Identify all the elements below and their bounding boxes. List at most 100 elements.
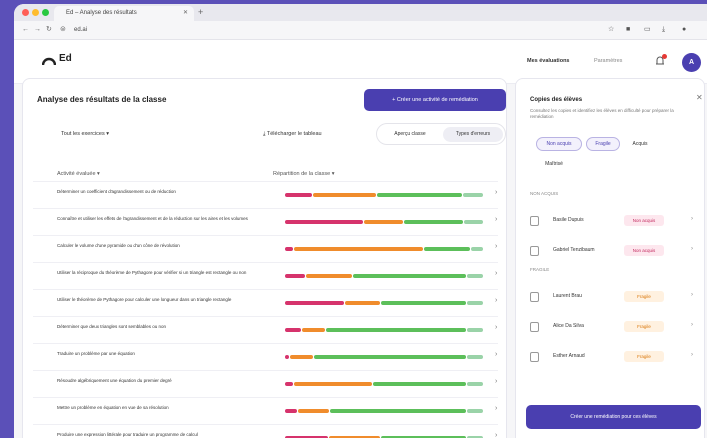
filter-chip-acquired[interactable]: Acquis <box>624 137 656 151</box>
distribution-segment <box>314 355 467 359</box>
table-row[interactable]: Déterminer un coefficient d'agrandisseme… <box>33 181 498 207</box>
distribution-segment <box>285 301 344 305</box>
distribution-segment <box>344 301 380 305</box>
distribution-segment <box>467 301 483 305</box>
column-header-distribution[interactable]: Répartition de la classe ▾ <box>273 171 334 177</box>
chevron-right-icon[interactable]: › <box>495 189 497 196</box>
column-header-activity[interactable]: Activité évaluée ▾ <box>57 171 100 177</box>
distribution-segment <box>285 409 297 413</box>
create-remediation-button[interactable]: + Créer une activité de remédiation <box>364 89 506 111</box>
distribution-bar <box>285 355 483 359</box>
bookmark-icon[interactable]: ☆ <box>608 25 614 35</box>
back-icon[interactable]: ← <box>22 25 29 35</box>
document-icon <box>530 352 539 362</box>
distribution-segment <box>285 247 293 251</box>
status-badge: Non acquis <box>624 245 664 256</box>
close-icon[interactable]: ✕ <box>696 93 703 102</box>
chevron-right-icon[interactable]: › <box>495 297 497 304</box>
chevron-right-icon[interactable]: › <box>495 270 497 277</box>
chevron-right-icon[interactable]: › <box>691 246 693 252</box>
tab-class-overview[interactable]: Aperçu classe <box>381 127 439 142</box>
row-activity-label: Connaître et utiliser les effets de l'ag… <box>57 216 248 221</box>
sidebar-icon[interactable]: ▭ <box>644 25 651 35</box>
distribution-segment <box>467 328 483 332</box>
table-row[interactable]: Utiliser le théorème de Pythagore pour c… <box>33 289 498 315</box>
filter-chip-mastered[interactable]: Maîtrisé <box>538 157 570 171</box>
create-remediation-for-students-button[interactable]: Créer une remédiation pour ces élèves <box>526 405 701 429</box>
nav-settings[interactable]: Paramètres <box>594 58 622 64</box>
row-activity-label: Utiliser le théorème de Pythagore pour c… <box>57 297 232 302</box>
chevron-right-icon[interactable]: › <box>495 243 497 250</box>
row-activity-label: Utiliser la réciproque du théorème de Py… <box>57 270 247 275</box>
distribution-bar <box>285 409 483 413</box>
chevron-right-icon[interactable]: › <box>691 216 693 222</box>
table-row[interactable]: Utiliser la réciproque du théorème de Py… <box>33 262 498 288</box>
document-icon <box>530 246 539 256</box>
chevron-right-icon[interactable]: › <box>495 351 497 358</box>
chevron-right-icon[interactable]: › <box>495 405 497 412</box>
url-input[interactable]: ed.ai <box>74 25 87 35</box>
chevron-right-icon[interactable]: › <box>495 216 497 223</box>
table-row[interactable]: Mettre un problème en équation en vue de… <box>33 397 498 423</box>
exercise-filter-select[interactable]: Tout les exercices ▾ <box>61 131 109 137</box>
tab-error-types[interactable]: Types d'erreurs <box>443 127 503 142</box>
distribution-bar <box>285 193 483 197</box>
new-tab-icon[interactable]: + <box>198 6 203 19</box>
site-info-icon[interactable]: ⊜ <box>60 25 66 35</box>
table-row[interactable]: Traduire un problème par une équation › <box>33 343 498 369</box>
distribution-segment <box>326 328 467 332</box>
chevron-right-icon[interactable]: › <box>495 432 497 438</box>
download-icon[interactable]: ⤓ <box>662 25 665 35</box>
table-row[interactable]: Déterminer que deux triangles sont sembl… <box>33 316 498 342</box>
close-window-icon[interactable] <box>22 9 29 16</box>
extensions-icon[interactable]: ■ <box>626 25 630 35</box>
status-badge: Fragile <box>624 351 664 362</box>
download-table-button[interactable]: ⤓ Télécharger le tableau <box>263 127 322 141</box>
student-row[interactable]: Basile Dupuis Non acquis › <box>526 211 701 231</box>
chevron-right-icon[interactable]: › <box>495 324 497 331</box>
distribution-segment <box>467 274 483 278</box>
distribution-segment <box>313 193 376 197</box>
maximize-window-icon[interactable] <box>42 9 49 16</box>
student-name: Laurent Brau <box>553 293 582 299</box>
chevron-right-icon[interactable]: › <box>691 292 693 298</box>
student-row[interactable]: Alice Da Silva Fragile › <box>526 317 701 337</box>
student-name: Esther Arnaud <box>553 353 585 359</box>
table-row[interactable]: Produire une expression littérale pour t… <box>33 424 498 438</box>
distribution-segment <box>404 220 463 224</box>
student-row[interactable]: Gabriel Tenzibaum Non acquis › <box>526 241 701 261</box>
table-row[interactable]: Résoudre algébriquement une équation du … <box>33 370 498 396</box>
distribution-segment <box>376 193 463 197</box>
distribution-bar <box>285 274 483 278</box>
chevron-right-icon[interactable]: › <box>691 322 693 328</box>
distribution-bar <box>285 301 483 305</box>
avatar[interactable]: A <box>682 53 701 72</box>
status-badge: Fragile <box>624 291 664 302</box>
student-copies-panel: Copies des élèves ✕ Consultez les copies… <box>515 78 705 438</box>
status-badge: Fragile <box>624 321 664 332</box>
tab-bar: Ed – Analyse des résultats ✕ + <box>14 4 707 21</box>
distribution-segment <box>293 382 372 386</box>
distribution-segment <box>293 247 423 251</box>
filter-chip-fragile[interactable]: Fragile <box>586 137 620 151</box>
student-row[interactable]: Esther Arnaud Fragile › <box>526 347 701 367</box>
chevron-right-icon[interactable]: › <box>691 352 693 358</box>
nav-my-evaluations[interactable]: Mes évaluations <box>527 58 570 64</box>
filter-chip-not-acquired[interactable]: Non acquis <box>536 137 582 151</box>
profile-icon[interactable]: ● <box>682 25 686 35</box>
distribution-segment <box>301 328 325 332</box>
student-row[interactable]: Laurent Brau Fragile › <box>526 287 701 307</box>
chevron-right-icon[interactable]: › <box>495 378 497 385</box>
forward-icon[interactable]: → <box>34 25 41 35</box>
tab-close-icon[interactable]: ✕ <box>183 6 188 21</box>
reload-icon[interactable]: ↻ <box>46 25 52 35</box>
table-row[interactable]: Calculer le volume d'une pyramide ou d'u… <box>33 235 498 261</box>
table-row[interactable]: Connaître et utiliser les effets de l'ag… <box>33 208 498 234</box>
ed-logo-icon <box>42 57 56 65</box>
distribution-segment <box>285 382 293 386</box>
download-label: Télécharger le tableau <box>266 131 322 137</box>
minimize-window-icon[interactable] <box>32 9 39 16</box>
distribution-segment <box>297 409 329 413</box>
app-logo[interactable]: Ed <box>59 53 72 64</box>
browser-tab[interactable]: Ed – Analyse des résultats ✕ <box>54 6 194 21</box>
